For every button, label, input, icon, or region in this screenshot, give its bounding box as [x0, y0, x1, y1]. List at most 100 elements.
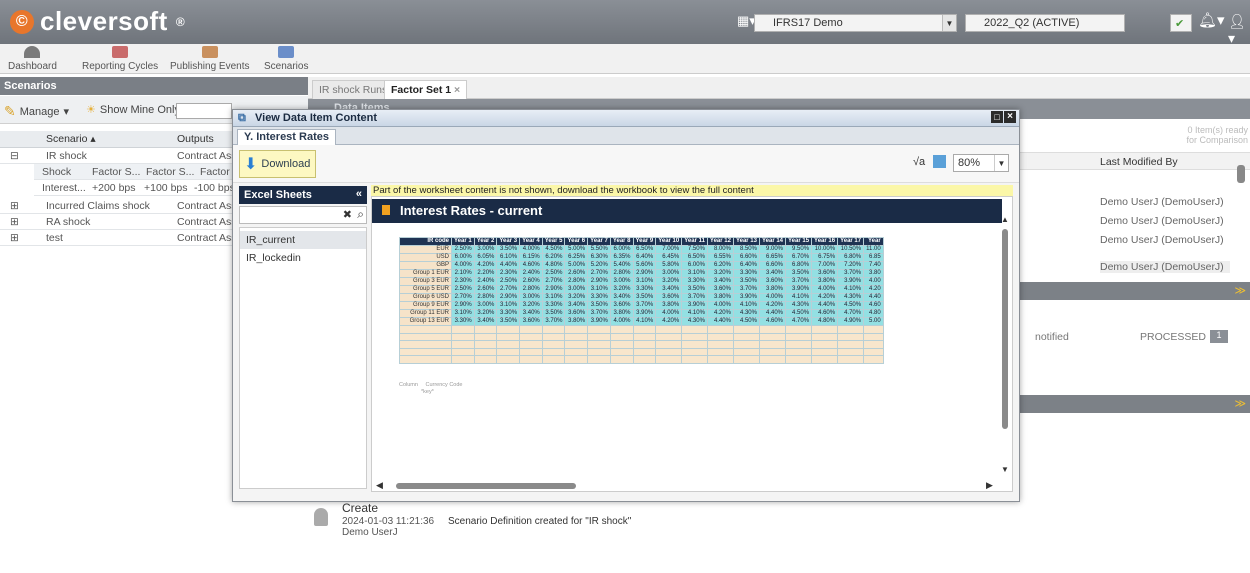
table-cell: 4.50%: [732, 317, 760, 326]
table-cell: 4.20%: [758, 301, 787, 310]
nav-publishing-events[interactable]: Publishing Events: [170, 46, 250, 72]
empty-cell: [519, 355, 543, 364]
expand-icon[interactable]: ≫: [1234, 397, 1246, 410]
table-cell: EUR: [399, 245, 452, 254]
show-mine-only-toggle[interactable]: ☀ Show Mine Only: [86, 103, 180, 117]
tab-ir-shock-runs[interactable]: IR shock Runs: [312, 80, 395, 99]
maximize-icon[interactable]: □: [991, 111, 1003, 123]
table-cell: 2.80%: [473, 293, 498, 302]
column-outputs[interactable]: Outputs: [177, 133, 214, 145]
close-icon[interactable]: ×: [1004, 111, 1016, 123]
empty-cell: [399, 355, 452, 364]
scrollbar-thumb[interactable]: [396, 483, 576, 489]
table-cell: 2.80%: [609, 269, 634, 278]
close-icon[interactable]: ×: [454, 84, 460, 96]
empty-cell: [564, 332, 589, 342]
empty-cell: [496, 340, 521, 349]
empty-cell: [451, 340, 475, 349]
table-cell: USD: [399, 253, 452, 262]
scroll-left-icon[interactable]: ◀: [376, 480, 383, 491]
table-cell: 6.45%: [655, 253, 683, 262]
empty-cell: [785, 325, 813, 334]
empty-cell: [473, 325, 498, 334]
table-cell: 4.40: [863, 293, 884, 302]
brand-logo[interactable]: © cleversoft ®: [10, 6, 185, 37]
table-cell: 3.40%: [758, 269, 787, 278]
clear-icon[interactable]: ✖: [343, 208, 352, 221]
search-icon[interactable]: ⌕: [357, 207, 364, 222]
empty-cell: [564, 325, 589, 334]
scrollbar-thumb[interactable]: [1002, 229, 1008, 429]
table-cell: 4.80%: [811, 317, 839, 326]
formula-icon[interactable]: √a: [913, 156, 925, 168]
scroll-down-icon[interactable]: ▼: [1001, 465, 1009, 474]
expand-icon[interactable]: ⊞: [10, 232, 19, 244]
empty-cell: [632, 325, 657, 334]
table-cell: 4.60%: [758, 317, 787, 326]
column-header: Year 16: [811, 237, 839, 246]
vertical-scrollbar[interactable]: ▲ ▼: [1000, 215, 1010, 483]
table-cell: 10.50%: [837, 245, 865, 254]
table-cell: 3.70%: [785, 277, 813, 286]
collapse-left-icon[interactable]: «: [356, 188, 362, 200]
notifications-bell-icon[interactable]: 🔔︎▾: [1198, 11, 1225, 29]
table-cell: 3.90%: [681, 301, 708, 310]
environment-select[interactable]: IFRS17 Demo ▼: [754, 14, 957, 32]
table-cell: 3.00%: [609, 277, 634, 286]
user-menu-icon[interactable]: 👤︎▾: [1228, 13, 1250, 47]
download-arrow-icon: ⬇: [244, 156, 258, 173]
sheet-item[interactable]: IR_lockedin: [240, 249, 366, 267]
scenario-search-input[interactable]: [176, 103, 232, 119]
zoom-select[interactable]: 80% ▼: [953, 154, 1009, 172]
tab-factor-set[interactable]: Factor Set 1 ×: [384, 80, 468, 99]
scroll-right-icon[interactable]: ▶: [986, 480, 993, 491]
sheet-search-input[interactable]: ✖ ⌕: [239, 206, 367, 224]
table-cell: 4.60%: [811, 309, 839, 318]
logo-mark-icon: ©: [10, 9, 34, 34]
empty-cell: [564, 347, 589, 357]
table-cell: 3.50%: [785, 269, 813, 278]
nav-reporting-cycles[interactable]: Reporting Cycles: [82, 46, 158, 72]
column-last-modified[interactable]: Last Modified By: [1100, 156, 1178, 168]
column-header: Year 11: [681, 237, 708, 246]
expand-icon[interactable]: ⊞: [10, 200, 19, 212]
table-cell: 3.50%: [632, 293, 657, 302]
table-cell: 2.40%: [473, 277, 498, 286]
scrollbar-thumb[interactable]: [1237, 165, 1245, 183]
column-scenario[interactable]: Scenario ▴: [46, 133, 96, 145]
nav-dashboard[interactable]: Dashboard: [8, 46, 57, 72]
column-header: Year 8: [609, 237, 634, 246]
download-button[interactable]: ⬇ Download: [239, 150, 316, 178]
table-cell: 3.50%: [587, 301, 611, 310]
table-cell: 2.70%: [451, 293, 475, 302]
expand-icon[interactable]: ≫: [1234, 284, 1246, 297]
table-cell: 2.20%: [473, 269, 498, 278]
table-cell: 4.10%: [732, 301, 760, 310]
table-cell: 6.60%: [758, 261, 787, 270]
modified-by-cell: Demo UserJ (DemoUserJ): [1100, 261, 1230, 273]
empty-cell: [496, 347, 521, 357]
empty-cell: [706, 347, 734, 357]
nav-scenarios[interactable]: Scenarios: [264, 46, 308, 72]
grid-menu-icon[interactable]: ▦▾: [737, 13, 756, 29]
filter-toggle[interactable]: ✔: [1170, 14, 1192, 32]
scroll-up-icon[interactable]: ▲: [1001, 215, 1009, 224]
table-cell: 2.70%: [587, 269, 611, 278]
tab-interest-rates[interactable]: Y. Interest Rates: [237, 129, 336, 145]
fit-icon[interactable]: [933, 155, 946, 168]
period-select[interactable]: 2022_Q2 (ACTIVE): [965, 14, 1125, 32]
horizontal-scrollbar[interactable]: ◀ ▶: [376, 480, 996, 491]
period-value: 2022_Q2 (ACTIVE): [984, 17, 1080, 29]
column-header: Year 7: [587, 237, 611, 246]
manage-button[interactable]: ✎ Manage ▾: [4, 103, 69, 120]
table-cell: 2.70%: [496, 285, 521, 294]
table-cell: 3.10%: [632, 277, 657, 286]
collapse-icon[interactable]: ⊟: [10, 150, 19, 162]
table-cell: Group 13 EUR: [399, 317, 452, 326]
table-row: USD 6.00% 6.05% 6.10% 6.15% 6.20% 6.25% 6.30% 6.…: [399, 253, 884, 262]
sheet-item[interactable]: IR_current: [240, 231, 366, 249]
comparison-info: 0 Item(s) ready for Comparison: [1160, 125, 1248, 147]
expand-icon[interactable]: ⊞: [10, 216, 19, 228]
table-cell: 4.00%: [655, 309, 683, 318]
empty-cell: [706, 332, 734, 342]
